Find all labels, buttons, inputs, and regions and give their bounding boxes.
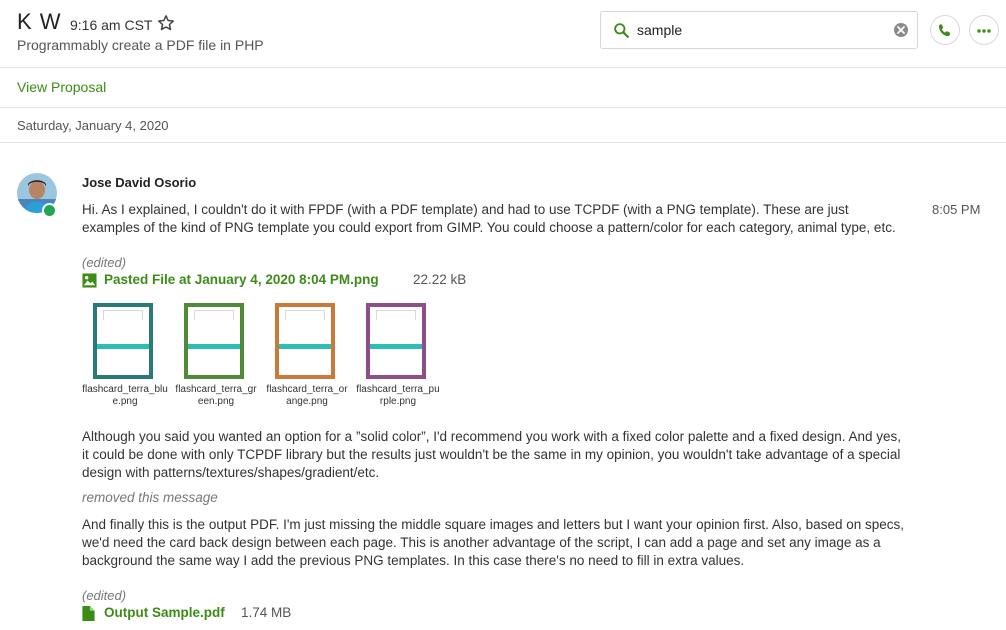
more-icon — [977, 29, 991, 33]
thumbnail[interactable]: flashcard_terra_blue.png — [82, 300, 168, 410]
thumbnail-caption: flashcard_terra_blue.png — [82, 384, 168, 407]
thumbnail[interactable]: flashcard_terra_purple.png — [355, 300, 441, 410]
proposal-bar: View Proposal — [0, 68, 1006, 108]
conversation-header: K W 9:16 am CST Programmably create a PD… — [0, 0, 1006, 68]
page-outline — [103, 310, 143, 320]
search-icon — [614, 23, 629, 38]
contact-name[interactable]: K W — [17, 9, 62, 35]
file-size: 22.22 kB — [413, 272, 467, 287]
clear-search-icon[interactable] — [893, 22, 909, 38]
document-file-icon — [82, 606, 95, 621]
color-band — [370, 344, 422, 349]
message-text: And finally this is the output PDF. I'm … — [82, 517, 904, 568]
color-band — [279, 344, 331, 349]
thumbnail-card — [366, 303, 426, 379]
thumbnail[interactable]: flashcard_terra_green.png — [173, 300, 259, 410]
removed-message-label: removed this message — [82, 490, 218, 505]
file-link[interactable]: Output Sample.pdf — [104, 605, 225, 620]
message-text: Although you said you wanted an option f… — [82, 429, 902, 480]
file-size: 1.74 MB — [241, 605, 292, 620]
sender-name[interactable]: Jose David Osorio — [82, 175, 196, 190]
thumbnail-card — [93, 303, 153, 379]
conversation-subtitle: Programmably create a PDF file in PHP — [17, 37, 264, 53]
page-outline — [376, 310, 416, 320]
view-proposal-link[interactable]: View Proposal — [17, 79, 106, 95]
thumbnail-caption: flashcard_terra_purple.png — [356, 384, 440, 407]
date-divider: Saturday, January 4, 2020 — [0, 108, 1006, 143]
image-file-icon — [82, 273, 97, 288]
call-button[interactable] — [930, 15, 960, 45]
thumbnail-caption: flashcard_terra_green.png — [175, 384, 257, 407]
thumbnail-caption: flashcard_terra_orange.png — [266, 384, 348, 407]
page-outline — [285, 310, 325, 320]
star-icon[interactable] — [157, 14, 175, 32]
thumbnail-card — [275, 303, 335, 379]
online-status-dot — [42, 203, 57, 218]
message-text: Hi. As I explained, I couldn't do it wit… — [82, 202, 896, 235]
thumbnail[interactable]: flashcard_terra_orange.png — [264, 300, 350, 410]
more-options-button[interactable] — [969, 15, 999, 45]
color-band — [97, 344, 149, 349]
date-label: Saturday, January 4, 2020 — [17, 118, 169, 133]
page-outline — [194, 310, 234, 320]
edited-label: (edited) — [82, 255, 127, 270]
edited-label: (edited) — [82, 588, 127, 603]
file-link[interactable]: Pasted File at January 4, 2020 8:04 PM.p… — [104, 272, 379, 287]
contact-local-time: 9:16 am CST — [70, 17, 153, 33]
search-box[interactable] — [600, 11, 918, 49]
color-band — [188, 344, 240, 349]
thumbnail-card — [184, 303, 244, 379]
phone-icon — [939, 24, 950, 36]
image-preview[interactable]: flashcard_terra_blue.png flashcard_terra… — [82, 300, 442, 415]
search-input[interactable] — [637, 19, 887, 41]
message-time: 8:05 PM — [932, 202, 981, 217]
